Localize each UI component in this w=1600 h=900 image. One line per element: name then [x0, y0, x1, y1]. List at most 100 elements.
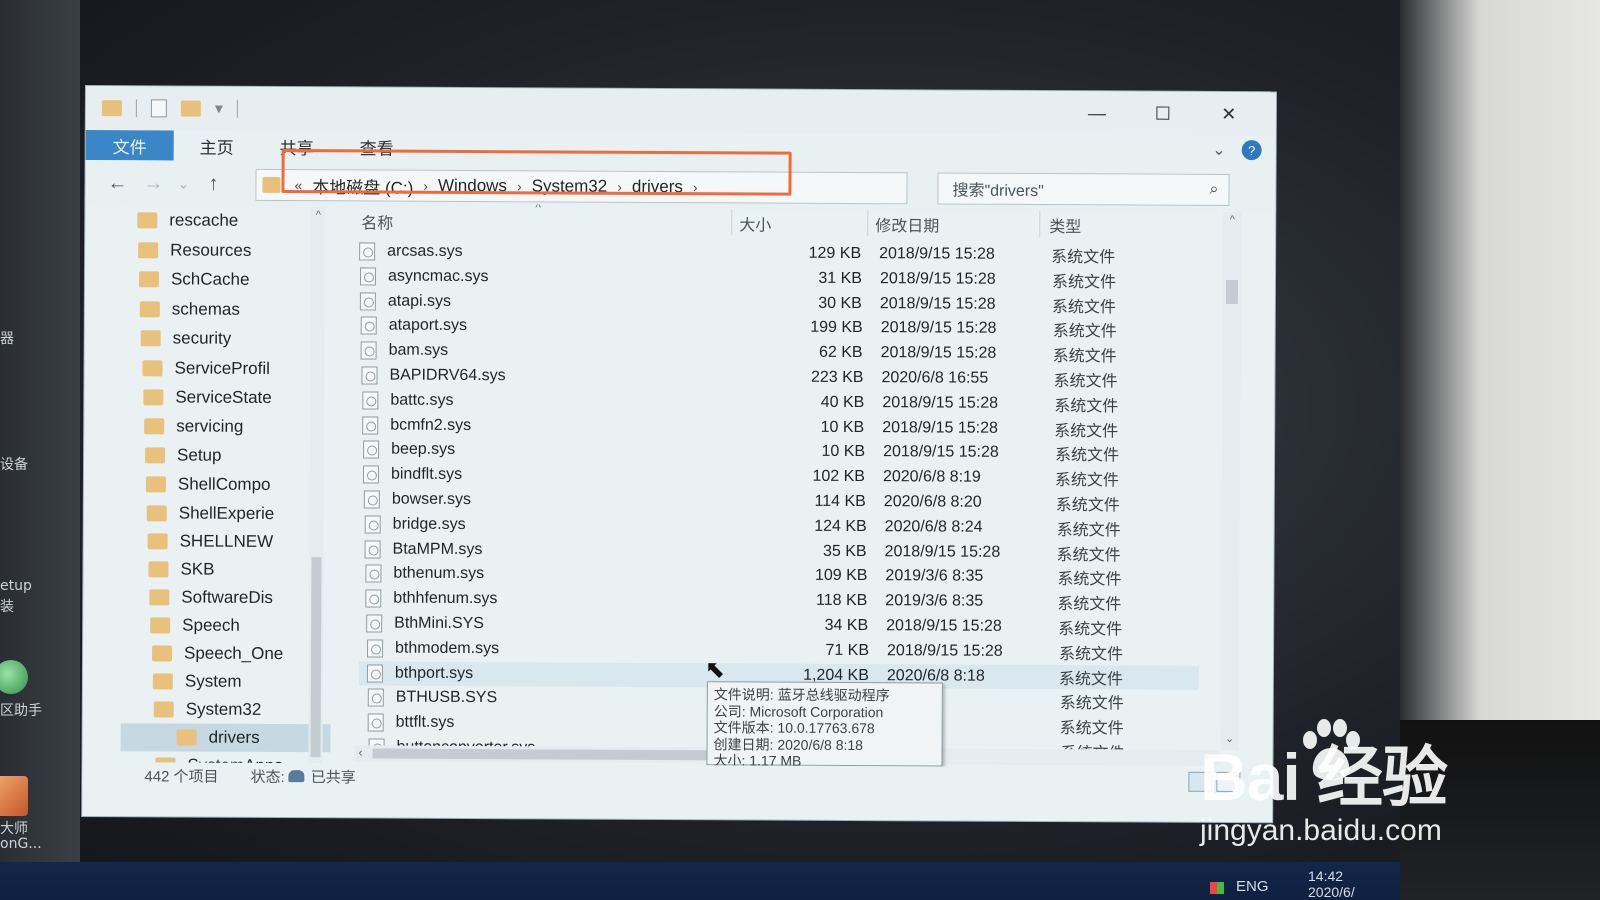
- sidebar-item-resources[interactable]: Resources: [123, 236, 333, 265]
- folder-icon: [148, 561, 169, 578]
- file-type: 系统文件: [1054, 423, 1119, 441]
- forward-button[interactable]: →: [135, 172, 171, 195]
- column-divider[interactable]: [867, 210, 869, 237]
- sidebar-item-label: drivers: [208, 727, 260, 747]
- sidebar-item-drivers[interactable]: drivers: [120, 723, 331, 753]
- expand-ribbon-icon[interactable]: ⌄: [1212, 140, 1226, 160]
- minimize-button[interactable]: —: [1064, 97, 1130, 129]
- sidebar-item-system32[interactable]: System32: [121, 695, 331, 724]
- file-row[interactable]: bthmodem.sys 71 KB 2018/9/15 15:28 系统文件: [359, 636, 1199, 664]
- file-modified-date: 2018/9/15 15:28: [880, 319, 997, 337]
- file-row[interactable]: ataport.sys 199 KB 2018/9/15 15:28 系统文件: [353, 313, 1193, 341]
- sidebar-item-servicestate[interactable]: ServiceState: [122, 383, 332, 412]
- status-label: 状态:: [250, 768, 285, 786]
- file-row[interactable]: bam.sys 62 KB 2018/9/15 15:28 系统文件: [353, 338, 1193, 366]
- help-icon[interactable]: ?: [1241, 140, 1262, 161]
- search-box[interactable]: 搜索"drivers" ⌕: [937, 172, 1230, 206]
- file-row[interactable]: asyncmac.sys 31 KB 2018/9/15 15:28 系统文件: [352, 264, 1192, 292]
- column-divider[interactable]: [731, 209, 733, 236]
- recent-locations-button[interactable]: ⌄: [171, 175, 195, 192]
- sidebar-item-schemas[interactable]: schemas: [123, 295, 333, 324]
- input-method-icon[interactable]: [1210, 882, 1224, 894]
- scroll-up-arrow[interactable]: ^: [1223, 214, 1241, 226]
- status-value: 已共享: [310, 768, 356, 786]
- folder-icon: [146, 505, 167, 522]
- file-name: asyncmac.sys: [387, 267, 489, 286]
- desktop-app-icon[interactable]: [0, 776, 28, 816]
- file-row[interactable]: arcsas.sys 129 KB 2018/9/15 15:28 系统文件: [351, 239, 1191, 267]
- file-name: bthhfenum.sys: [393, 589, 498, 608]
- column-header-type[interactable]: 类型: [1049, 211, 1081, 239]
- clock-date: 2020/6/: [1308, 884, 1355, 900]
- sidebar-item-schcache[interactable]: SchCache: [123, 265, 333, 294]
- sidebar-item-servicing[interactable]: servicing: [122, 412, 332, 441]
- file-name: beep.sys: [391, 440, 456, 458]
- file-row[interactable]: beep.sys 10 KB 2018/9/15 15:28 系统文件: [355, 437, 1195, 465]
- clock[interactable]: 14:42 2020/6/: [1308, 868, 1355, 900]
- file-row[interactable]: bthhfenum.sys 118 KB 2019/3/6 8:35 系统文件: [357, 586, 1197, 614]
- file-type: 系统文件: [1058, 646, 1124, 664]
- file-name: bowser.sys: [391, 490, 472, 509]
- sort-ascending-icon: ^: [535, 203, 542, 215]
- file-row[interactable]: bowser.sys 114 KB 2020/6/8 8:20 系统文件: [356, 487, 1196, 515]
- language-indicator[interactable]: ENG: [1236, 878, 1269, 895]
- navigation-pane-scrollbar[interactable]: [308, 207, 326, 768]
- scroll-left-arrow[interactable]: ‹: [358, 745, 362, 759]
- file-row[interactable]: BAPIDRV64.sys 223 KB 2020/6/8 16:55 系统文件: [353, 363, 1193, 391]
- sidebar-item-skb[interactable]: SKB: [121, 555, 331, 584]
- tooltip-version: 文件版本: 10.0.17763.678: [713, 719, 875, 737]
- sidebar-item-speech-one[interactable]: Speech_One: [121, 639, 331, 668]
- desktop-background: 器 设备 etup 装 区助手 大师 onG...: [0, 0, 80, 900]
- column-divider[interactable]: [1039, 210, 1041, 237]
- tab-file[interactable]: 文件: [85, 129, 174, 161]
- file-type: 系统文件: [1057, 571, 1122, 589]
- sidebar-item-label: System: [184, 671, 242, 691]
- file-row[interactable]: bindflt.sys 102 KB 2020/6/8 8:19 系统文件: [355, 462, 1195, 490]
- quick-access-toolbar: ▾: [101, 98, 238, 119]
- file-row[interactable]: bthenum.sys 109 KB 2019/3/6 8:35 系统文件: [357, 561, 1197, 589]
- search-input[interactable]: 搜索"drivers": [952, 177, 1209, 202]
- navigation-pane: rescache Resources SchCache schemas security…: [120, 206, 334, 768]
- watermark-url: jingyan.baidu.com: [1200, 814, 1442, 847]
- file-name: arcsas.sys: [387, 242, 463, 260]
- sidebar-item-shellexperie[interactable]: ShellExperie: [122, 499, 332, 528]
- sidebar-item-shellcompo[interactable]: ShellCompo: [122, 470, 332, 499]
- tab-home[interactable]: 主页: [200, 133, 234, 158]
- sidebar-item-system[interactable]: System: [121, 667, 331, 696]
- up-button[interactable]: ↑: [195, 172, 231, 195]
- sidebar-item-speech[interactable]: Speech: [121, 611, 331, 640]
- breadcrumb-highlight-annotation: [281, 149, 792, 196]
- sidebar-item-serviceprofil[interactable]: ServiceProfil: [122, 354, 332, 383]
- scroll-up-arrow[interactable]: ^: [311, 209, 325, 221]
- sidebar-item-rescache[interactable]: rescache: [123, 206, 333, 235]
- sidebar-item-setup[interactable]: Setup: [122, 441, 332, 470]
- close-button[interactable]: ✕: [1196, 98, 1262, 130]
- properties-icon[interactable]: [150, 99, 167, 118]
- file-row[interactable]: bridge.sys 124 KB 2020/6/8 8:24 系统文件: [357, 512, 1197, 540]
- column-header-name[interactable]: 名称: [361, 207, 393, 235]
- column-header-size[interactable]: 大小: [739, 209, 771, 237]
- scrollbar-thumb[interactable]: [372, 748, 743, 761]
- maximize-button[interactable]: ☐: [1130, 97, 1196, 129]
- sidebar-item-label: SoftwareDis: [181, 587, 274, 607]
- file-row[interactable]: BthMini.SYS 34 KB 2018/9/15 15:28 系统文件: [358, 611, 1198, 639]
- sidebar-item-security[interactable]: security: [123, 324, 333, 353]
- search-icon[interactable]: ⌕: [1209, 181, 1218, 199]
- folder-icon: [151, 645, 173, 662]
- new-folder-icon[interactable]: [180, 100, 201, 117]
- file-type: 系统文件: [1053, 373, 1118, 391]
- system-file-icon: [365, 589, 382, 608]
- desktop-app-icon[interactable]: [0, 660, 28, 694]
- file-type: 系统文件: [1058, 621, 1123, 639]
- column-header-modified[interactable]: 修改日期: [875, 210, 939, 238]
- sidebar-item-softwaredis[interactable]: SoftwareDis: [121, 583, 331, 612]
- sidebar-item-shellnew[interactable]: SHELLNEW: [122, 527, 332, 556]
- scrollbar-thumb[interactable]: [310, 557, 322, 758]
- customize-dropdown-icon[interactable]: ▾: [215, 99, 223, 119]
- sidebar-item-label: servicing: [176, 416, 244, 436]
- file-list-vertical-scrollbar[interactable]: ^ ⌄: [1220, 211, 1242, 751]
- file-type: 系统文件: [1059, 695, 1124, 713]
- back-button[interactable]: ←: [99, 172, 135, 195]
- scrollbar-thumb[interactable]: [1225, 279, 1238, 305]
- file-row[interactable]: battc.sys 40 KB 2018/9/15 15:28 系统文件: [354, 388, 1194, 416]
